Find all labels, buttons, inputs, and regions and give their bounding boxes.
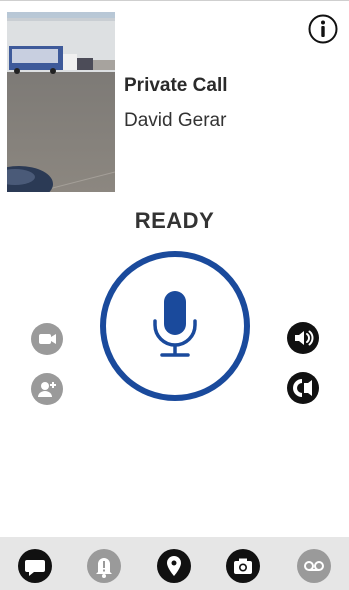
call-status: READY <box>134 208 215 233</box>
info-button[interactable] <box>308 14 338 44</box>
camera-button[interactable] <box>226 549 260 583</box>
bottom-navigation <box>0 537 349 590</box>
voicemail-button[interactable] <box>297 549 331 583</box>
call-type-label: Private Call <box>124 75 228 96</box>
chat-button[interactable] <box>18 549 52 583</box>
chat-icon <box>18 549 52 583</box>
video-camera-icon <box>31 323 63 355</box>
alert-bell-icon <box>87 549 121 583</box>
alert-button[interactable] <box>87 549 121 583</box>
speaker-button[interactable] <box>287 322 319 354</box>
top-divider <box>0 0 349 1</box>
video-preview[interactable] <box>7 12 115 192</box>
video-button[interactable] <box>31 323 63 355</box>
add-user-icon <box>31 373 63 405</box>
earpiece-icon <box>287 372 319 404</box>
push-to-talk-button[interactable] <box>100 251 250 401</box>
location-button[interactable] <box>157 549 191 583</box>
video-preview-image <box>7 12 115 192</box>
contact-name: David Gerar <box>124 110 227 131</box>
microphone-icon <box>100 251 250 401</box>
add-user-button[interactable] <box>31 373 63 405</box>
info-icon <box>308 14 338 44</box>
speaker-icon <box>287 322 319 354</box>
location-pin-icon <box>157 549 191 583</box>
earpiece-button[interactable] <box>287 372 319 404</box>
voicemail-icon <box>297 549 331 583</box>
camera-icon <box>226 549 260 583</box>
